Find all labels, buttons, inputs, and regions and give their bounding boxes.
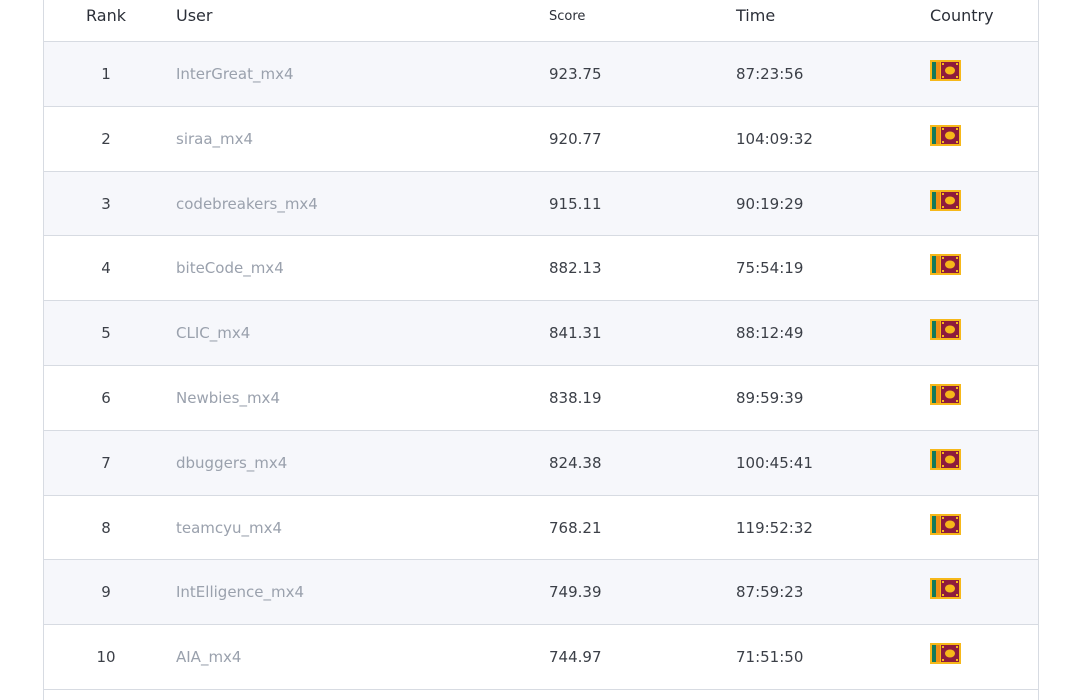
score-cell: 882.13	[549, 259, 602, 278]
user-column-header[interactable]: User	[176, 5, 212, 27]
table-row: 7 dbuggers_mx4 824.38 100:45:41	[44, 430, 1038, 496]
user-link[interactable]: CLIC_mx4	[176, 323, 250, 343]
table-row: 9 IntElligence_mx4 749.39 87:59:23	[44, 560, 1038, 626]
time-cell: 87:23:56	[736, 65, 804, 83]
score-cell: 915.11	[549, 194, 602, 213]
user-link[interactable]: dbuggers_mx4	[176, 453, 287, 473]
time-cell: 87:59:23	[736, 583, 804, 602]
user-link[interactable]: siraa_mx4	[176, 129, 253, 149]
user-link[interactable]: Newbies_mx4	[176, 388, 280, 408]
time-cell: 90:19:29	[736, 194, 804, 213]
rank-cell: 9	[101, 583, 111, 602]
user-link[interactable]: AIA_mx4	[176, 647, 241, 667]
country-column-header[interactable]: Country	[930, 5, 994, 27]
time-column-header[interactable]: Time	[736, 5, 775, 27]
time-cell: 100:45:41	[736, 453, 813, 472]
sri-lanka-flag-icon	[930, 124, 961, 146]
sri-lanka-flag-icon	[930, 60, 961, 81]
sri-lanka-flag-icon	[930, 319, 961, 341]
rank-cell: 5	[101, 324, 111, 343]
time-cell: 71:51:50	[736, 648, 804, 667]
user-link[interactable]: InterGreat_mx4	[176, 64, 294, 84]
sri-lanka-flag-icon	[930, 448, 961, 470]
time-cell: 89:59:39	[736, 388, 804, 407]
table-row: 6 Newbies_mx4 838.19 89:59:39	[44, 365, 1038, 431]
sri-lanka-flag-icon	[930, 643, 961, 665]
score-cell: 838.19	[549, 388, 602, 407]
score-cell: 824.38	[549, 453, 602, 472]
time-cell: 119:52:32	[736, 518, 813, 537]
table-row: 5 CLIC_mx4 841.31 88:12:49	[44, 301, 1038, 366]
rank-cell: 3	[101, 194, 111, 213]
table-body: 1 InterGreat_mx4 923.75 87:23:56 2 siraa_mx4 9…	[44, 42, 1038, 690]
score-cell: 768.21	[549, 518, 602, 537]
table-row: 1 InterGreat_mx4 923.75 87:23:56	[44, 42, 1038, 107]
sri-lanka-flag-icon	[930, 254, 961, 276]
score-cell: 920.77	[549, 129, 602, 148]
rank-cell: 8	[101, 518, 111, 537]
score-cell: 749.39	[549, 583, 602, 602]
score-cell: 841.31	[549, 324, 602, 343]
rank-cell: 4	[101, 259, 111, 278]
rank-cell: 1	[101, 65, 111, 83]
user-link[interactable]: IntElligence_mx4	[176, 582, 304, 602]
score-cell: 923.75	[549, 65, 602, 83]
score-column-header[interactable]: Score	[549, 6, 585, 28]
rank-cell: 6	[101, 388, 111, 407]
sri-lanka-flag-icon	[930, 513, 961, 535]
user-link[interactable]: codebreakers_mx4	[176, 194, 318, 214]
sri-lanka-flag-icon	[930, 383, 961, 405]
table-row: 4 biteCode_mx4 882.13 75:54:19	[44, 236, 1038, 302]
rank-cell: 10	[96, 648, 116, 667]
table-row: 2 siraa_mx4 920.77 104:09:32	[44, 106, 1038, 172]
time-cell: 88:12:49	[736, 324, 804, 343]
user-link[interactable]: teamcyu_mx4	[176, 518, 282, 538]
leaderboard-table: Rank User Score Time Country 1 InterGreat…	[43, 0, 1039, 700]
user-link[interactable]: biteCode_mx4	[176, 258, 284, 278]
time-cell: 104:09:32	[736, 129, 813, 148]
sri-lanka-flag-icon	[930, 578, 961, 600]
rank-column-header[interactable]: Rank	[44, 5, 168, 27]
table-header: Rank User Score Time Country	[44, 0, 1038, 42]
rank-cell: 2	[101, 129, 111, 148]
table-row: 3 codebreakers_mx4 915.11 90:19:29	[44, 171, 1038, 237]
score-cell: 744.97	[549, 648, 602, 667]
table-row: 8 teamcyu_mx4 768.21 119:52:32	[44, 495, 1038, 561]
sri-lanka-flag-icon	[930, 189, 961, 211]
table-row: 10 AIA_mx4 744.97 71:51:50	[44, 625, 1038, 690]
time-cell: 75:54:19	[736, 259, 804, 278]
rank-cell: 7	[101, 453, 111, 472]
